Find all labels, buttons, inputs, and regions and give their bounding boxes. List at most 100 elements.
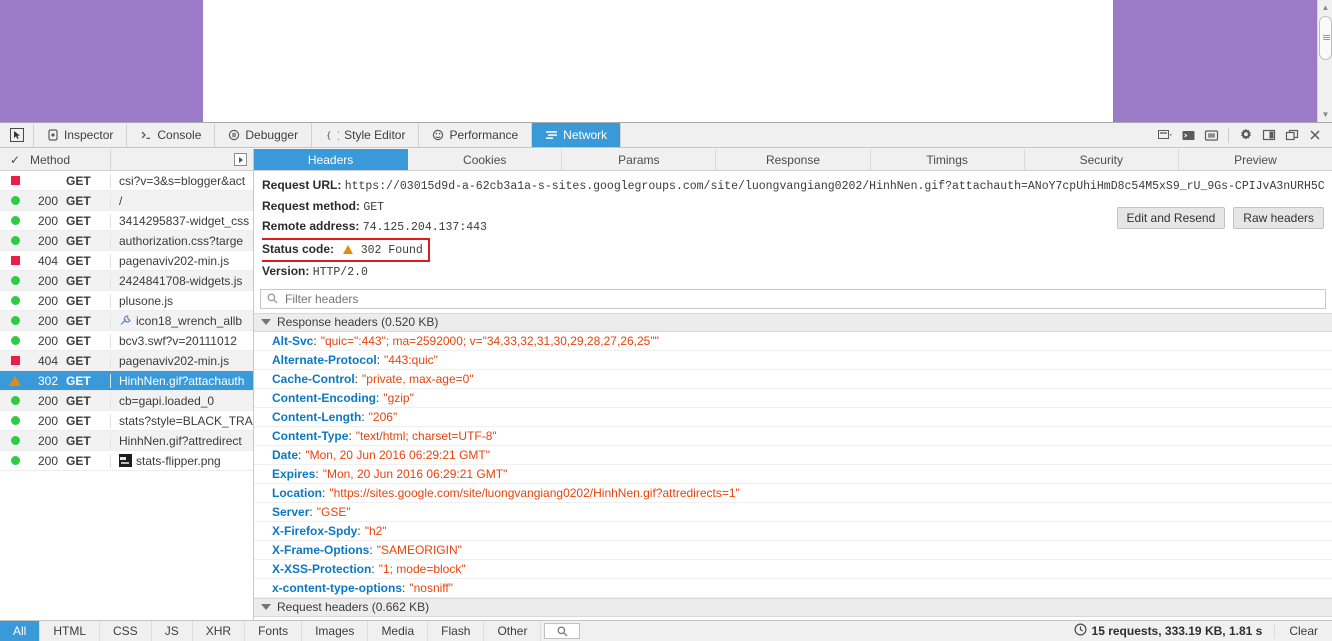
response-header-row[interactable]: X-Firefox-Spdy: "h2" <box>254 522 1332 541</box>
tab-performance[interactable]: Performance <box>419 123 533 147</box>
tab-debugger[interactable]: Debugger <box>215 123 313 147</box>
filter-media[interactable]: Media <box>368 621 429 641</box>
row-file-label: bcv3.swf?v=20111012 <box>119 333 237 348</box>
status-ok-icon <box>0 456 30 465</box>
request-rows[interactable]: GET csi?v=3&s=blogger&act 200 GET / 200 GET 341… <box>0 171 253 620</box>
table-row[interactable]: 200 GET 3414295837-widget_css <box>0 211 253 231</box>
tab-style-editor[interactable]: { } Style Editor <box>312 123 420 147</box>
scroll-up-arrow-icon[interactable]: ▲ <box>1319 1 1332 14</box>
table-row[interactable]: 302 GET HinhNen.gif?attachauth <box>0 371 253 391</box>
filter-headers-input[interactable] <box>283 290 1319 307</box>
scrollbar-thumb[interactable] <box>1319 16 1332 60</box>
table-row[interactable]: 200 GET / <box>0 191 253 211</box>
chevron-down-icon[interactable] <box>261 319 271 325</box>
request-headers-group[interactable]: Request headers (0.662 KB) <box>254 597 1332 617</box>
row-method: GET <box>66 373 91 388</box>
request-method-value: GET <box>363 200 385 214</box>
debugger-icon <box>228 129 240 141</box>
response-headers-group[interactable]: Response headers (0.520 KB) <box>254 312 1332 332</box>
response-header-row[interactable]: X-Frame-Options: "SAMEORIGIN" <box>254 541 1332 560</box>
row-file-label: HinhNen.gif?attachauth <box>119 373 245 388</box>
element-picker-icon[interactable] <box>0 123 34 147</box>
filter-images[interactable]: Images <box>302 621 369 641</box>
filter-fonts[interactable]: Fonts <box>245 621 303 641</box>
table-row[interactable]: 200 GET stats-flipper.png <box>0 451 253 471</box>
summary-request-url: Request URL: https://03015d9d-a-62cb3a1a… <box>262 176 1324 197</box>
table-row[interactable]: 200 GET 2424841708-widgets.js <box>0 271 253 291</box>
row-file: pagenaviv202-min.js <box>110 353 253 368</box>
row-status-code: 404 <box>37 253 58 268</box>
table-row[interactable]: 404 GET pagenaviv202-min.js <box>0 251 253 271</box>
column-header-file[interactable] <box>110 149 253 170</box>
tab-preview[interactable]: Preview <box>1179 149 1332 170</box>
table-row[interactable]: 200 GET icon18_wrench_allb <box>0 311 253 331</box>
table-row[interactable]: GET csi?v=3&s=blogger&act <box>0 171 253 191</box>
separate-window-icon[interactable] <box>1280 123 1303 148</box>
row-method: GET <box>66 253 91 268</box>
filter-flash[interactable]: Flash <box>428 621 485 641</box>
table-row[interactable]: 200 GET cb=gapi.loaded_0 <box>0 391 253 411</box>
tab-cookies[interactable]: Cookies <box>408 149 563 170</box>
column-header-method[interactable]: Method <box>30 153 110 167</box>
filter-all[interactable]: All <box>0 621 41 641</box>
type-filter-buttons: All HTML CSS JS XHR Fonts Images Media Flash Othe… <box>0 621 542 641</box>
filter-xhr[interactable]: XHR <box>193 621 246 641</box>
tab-headers[interactable]: Headers <box>254 149 409 170</box>
response-header-row[interactable]: Alt-Svc: "quic=":443"; ma=2592000; v="34,… <box>254 332 1332 351</box>
status-ok-icon <box>0 416 30 425</box>
screenshot-icon[interactable] <box>1200 123 1223 148</box>
filter-js[interactable]: JS <box>152 621 193 641</box>
response-header-row[interactable]: x-content-type-options: "nosniff" <box>254 579 1332 598</box>
table-row[interactable]: 200 GET bcv3.swf?v=20111012 <box>0 331 253 351</box>
tab-console[interactable]: Console <box>127 123 216 147</box>
tab-timings[interactable]: Timings <box>871 149 1025 170</box>
edit-and-resend-button[interactable]: Edit and Resend <box>1116 207 1226 229</box>
filter-css[interactable]: CSS <box>100 621 152 641</box>
dock-side-icon[interactable] <box>1257 123 1280 148</box>
table-row[interactable]: 200 GET authorization.css?targe <box>0 231 253 251</box>
response-header-row[interactable]: Location: "https://sites.google.com/site/… <box>254 484 1332 503</box>
filter-other[interactable]: Other <box>484 621 542 641</box>
clear-button[interactable]: Clear <box>1274 624 1332 638</box>
response-header-row[interactable]: Date: "Mon, 20 Jun 2016 06:29:21 GMT" <box>254 446 1332 465</box>
status-code-value[interactable]: 302 Found <box>361 244 423 257</box>
row-file: bcv3.swf?v=20111012 <box>110 333 253 348</box>
column-options-icon[interactable] <box>234 153 247 166</box>
response-header-row[interactable]: Content-Length: "206" <box>254 408 1332 427</box>
table-row[interactable]: 200 GET HinhNen.gif?attredirect <box>0 431 253 451</box>
table-row[interactable]: 200 GET plusone.js <box>0 291 253 311</box>
response-header-row[interactable]: Alternate-Protocol: "443:quic" <box>254 351 1332 370</box>
page-vertical-scrollbar[interactable]: ▲ ▼ <box>1317 0 1332 122</box>
response-header-row[interactable]: Content-Encoding: "gzip" <box>254 389 1332 408</box>
table-row[interactable]: 200 GET stats?style=BLACK_TRA <box>0 411 253 431</box>
chevron-down-icon[interactable] <box>261 604 271 610</box>
filter-html[interactable]: HTML <box>40 621 101 641</box>
response-header-row[interactable]: Expires: "Mon, 20 Jun 2016 06:29:21 GMT" <box>254 465 1332 484</box>
scroll-down-arrow-icon[interactable]: ▼ <box>1319 108 1332 121</box>
tab-inspector[interactable]: Inspector <box>34 123 128 147</box>
split-console-icon[interactable] <box>1177 123 1200 148</box>
devtools-toolbar-right <box>1154 123 1332 147</box>
status-error-icon <box>0 256 30 265</box>
close-icon[interactable] <box>1303 123 1326 148</box>
tab-security[interactable]: Security <box>1025 149 1179 170</box>
row-file-label: HinhNen.gif?attredirect <box>119 433 242 448</box>
tab-network[interactable]: Network <box>532 123 622 147</box>
row-file-label: cb=gapi.loaded_0 <box>119 393 215 408</box>
responsive-design-mode-icon[interactable] <box>1154 123 1177 148</box>
raw-headers-button[interactable]: Raw headers <box>1233 207 1324 229</box>
response-header-row[interactable]: Server: "GSE" <box>254 503 1332 522</box>
tab-params[interactable]: Params <box>562 149 717 170</box>
response-header-rows: Alt-Svc: "quic=":443"; ma=2592000; v="34,… <box>254 332 1332 598</box>
network-bottom-bar: All HTML CSS JS XHR Fonts Images Media Flash Othe… <box>0 620 1332 641</box>
request-search-box[interactable] <box>544 623 581 639</box>
response-header-row[interactable]: Content-Type: "text/html; charset=UTF-8" <box>254 427 1332 446</box>
tab-performance-label: Performance <box>449 128 519 142</box>
settings-gear-icon[interactable] <box>1234 123 1257 148</box>
filter-headers-field[interactable] <box>260 288 1326 309</box>
column-header-check[interactable]: ✓ <box>0 153 30 167</box>
response-header-row[interactable]: Cache-Control: "private, max-age=0" <box>254 370 1332 389</box>
table-row[interactable]: 404 GET pagenaviv202-min.js <box>0 351 253 371</box>
tab-response[interactable]: Response <box>716 149 871 170</box>
response-header-row[interactable]: X-XSS-Protection: "1; mode=block" <box>254 560 1332 579</box>
